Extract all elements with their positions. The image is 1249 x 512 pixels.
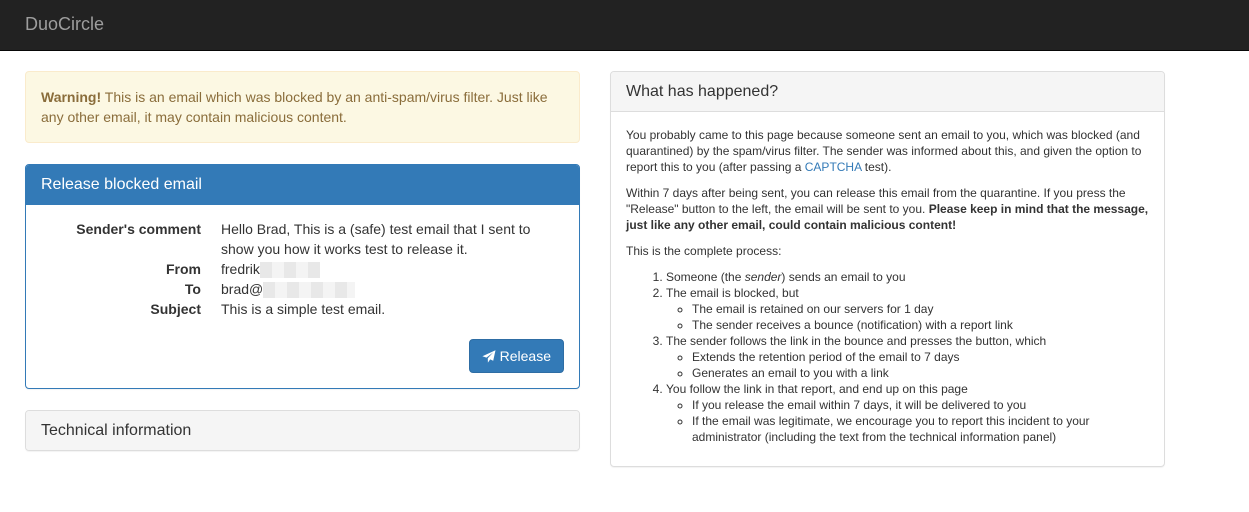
button-row: Release <box>41 339 564 373</box>
paper-plane-icon <box>482 349 496 363</box>
release-panel: Release blocked email Sender's comment H… <box>25 164 580 389</box>
left-column: Warning! This is an email which was bloc… <box>25 71 580 451</box>
release-panel-title: Release blocked email <box>41 176 202 193</box>
sub-list: The email is retained on our servers for… <box>692 301 1149 333</box>
release-button-label: Release <box>499 348 551 364</box>
from-value: fredrik <box>221 261 260 277</box>
sub-step: If you release the email within 7 days, … <box>692 397 1149 413</box>
step-text: The email is blocked, but <box>666 286 799 300</box>
technical-info-title: Technical information <box>41 422 192 439</box>
captcha-link[interactable]: CAPTCHA <box>805 160 862 174</box>
info-panel: What has happened? You probably came to … <box>610 71 1165 467</box>
subject-value: This is a simple test email. <box>221 301 386 317</box>
right-column: What has happened? You probably came to … <box>610 71 1165 467</box>
warning-label: Warning! <box>41 89 102 105</box>
technical-info-panel[interactable]: Technical information <box>25 410 580 451</box>
info-paragraph-2: Within 7 days after being sent, you can … <box>626 185 1149 233</box>
sub-step: If the email was legitimate, we encourag… <box>692 413 1149 445</box>
process-list: Someone (the sender) sends an email to y… <box>666 269 1149 445</box>
info-paragraph-1: You probably came to this page because s… <box>626 127 1149 175</box>
sub-list: If you release the email within 7 days, … <box>692 397 1149 445</box>
navbar: DuoCircle <box>0 0 1249 51</box>
step-text: You follow the link in that report, and … <box>666 382 968 396</box>
release-panel-heading: Release blocked email <box>26 165 579 205</box>
info-text: test). <box>861 160 892 174</box>
redacted-mask <box>259 262 320 279</box>
step-text: The sender follows the link in the bounc… <box>666 334 1047 348</box>
warning-text: This is an email which was blocked by an… <box>41 89 548 125</box>
from-field: fredrik <box>221 259 564 279</box>
step-emphasis: sender <box>744 270 782 284</box>
subject-label: Subject <box>150 301 201 317</box>
email-details: Sender's comment Hello Brad, This is a (… <box>41 219 564 319</box>
info-paragraph-3: This is the complete process: <box>626 244 782 258</box>
sub-step: Generates an email to you with a link <box>692 365 1149 381</box>
sub-step: The email is retained on our servers for… <box>692 301 1149 317</box>
sub-step: The sender receives a bounce (notificati… <box>692 317 1149 333</box>
process-step: The sender follows the link in the bounc… <box>666 333 1149 381</box>
release-button[interactable]: Release <box>468 339 564 373</box>
step-text: Someone (the <box>666 270 745 284</box>
sub-step: Extends the retention period of the emai… <box>692 349 1149 365</box>
info-panel-title: What has happened? <box>626 83 779 100</box>
info-panel-body: You probably came to this page because s… <box>611 112 1164 466</box>
warning-alert: Warning! This is an email which was bloc… <box>25 71 580 143</box>
step-text: ) sends an email to you <box>781 270 906 284</box>
comment-label: Sender's comment <box>76 221 201 237</box>
process-step: Someone (the sender) sends an email to y… <box>666 269 1149 285</box>
to-field: brad@ <box>221 279 564 299</box>
redacted-mask <box>263 282 356 299</box>
to-value: brad@ <box>221 281 264 297</box>
technical-info-heading[interactable]: Technical information <box>26 411 579 450</box>
to-label: To <box>184 281 201 297</box>
info-panel-heading: What has happened? <box>611 72 1164 112</box>
brand-link[interactable]: DuoCircle <box>25 12 104 38</box>
from-label: From <box>166 261 201 277</box>
comment-value: Hello Brad, This is a (safe) test email … <box>221 221 531 257</box>
process-step: You follow the link in that report, and … <box>666 381 1149 445</box>
process-step: The email is blocked, but The email is r… <box>666 285 1149 333</box>
release-panel-body: Sender's comment Hello Brad, This is a (… <box>26 205 579 388</box>
sub-list: Extends the retention period of the emai… <box>692 349 1149 381</box>
